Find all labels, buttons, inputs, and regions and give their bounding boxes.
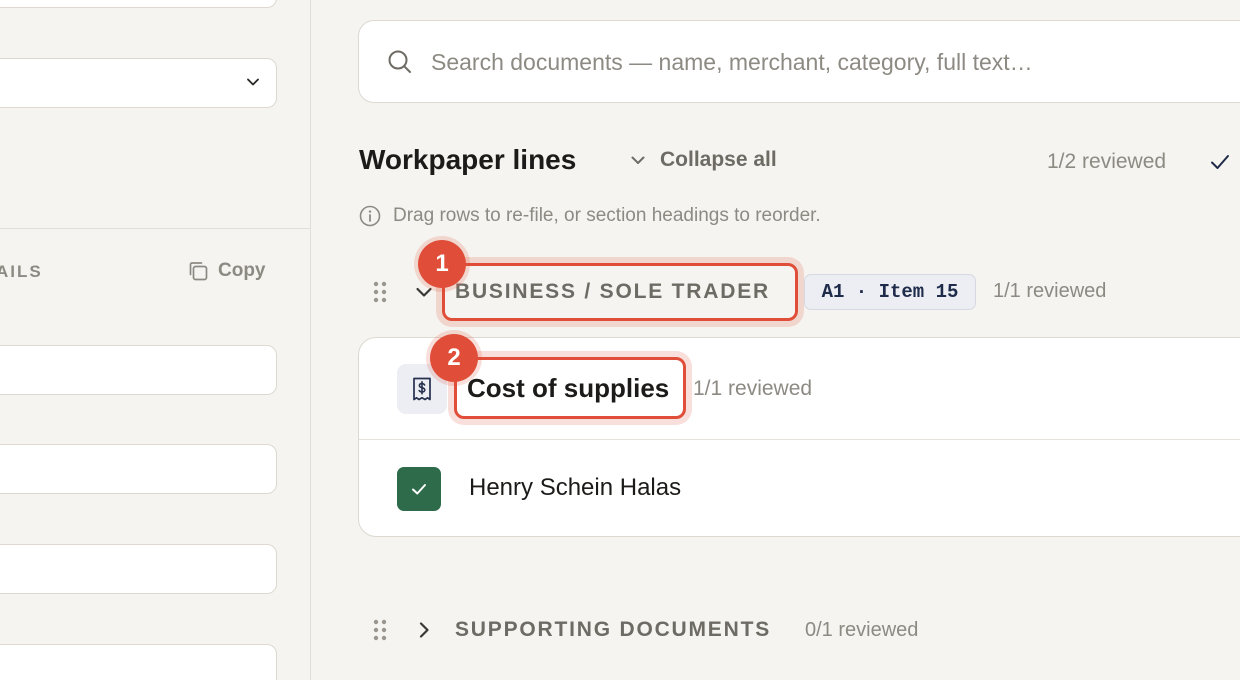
drag-hint-text: Drag rows to re-file, or section heading… [393,205,821,226]
annotation-marker-2: 2 [430,334,478,382]
annotation-marker-1: 1 [418,240,466,288]
details-section-label: AILS [0,262,43,281]
detail-field-2[interactable] [0,444,277,494]
page-title: Workpaper lines [359,144,577,175]
check-icon[interactable] [1208,150,1232,174]
search-icon [388,50,411,73]
collapse-all-button[interactable]: Collapse all [628,148,777,172]
category-card: Cost of supplies 1/1 reviewed Henry Sche… [358,337,1240,537]
check-icon [412,484,426,495]
chevron-down-icon [247,78,259,86]
left-panel: r AILS Copy [0,0,311,680]
copy-label: Copy [218,260,266,281]
copy-button[interactable]: Copy [186,259,266,283]
chevron-right-icon[interactable] [413,619,435,641]
document-search [358,20,1240,103]
info-icon [359,205,381,227]
drag-handle-icon[interactable] [371,617,389,643]
search-input[interactable] [431,43,1240,81]
drag-handle-icon[interactable] [371,279,389,305]
detail-field-3[interactable] [0,544,277,594]
detail-field-1[interactable] [0,345,277,395]
detail-field-4[interactable] [0,644,277,680]
ato-item-badge: A1 · Item 15 [804,274,976,310]
row-divider [359,439,1240,440]
group-title-supporting[interactable]: SUPPORTING DOCUMENTS [455,618,771,642]
group-reviewed-count: 0/1 reviewed [805,619,919,641]
chevron-down-icon [631,156,645,164]
group-reviewed-count: 1/1 reviewed [993,280,1107,302]
document-name[interactable]: Henry Schein Halas [469,474,681,502]
reviewed-count: 1/2 reviewed [1047,150,1167,173]
drag-hint: Drag rows to re-file, or section heading… [359,205,821,227]
copy-icon [189,262,208,281]
category-reviewed-count: 1/1 reviewed [693,377,813,400]
reviewed-checkbox[interactable] [397,467,441,511]
collapse-all-label: Collapse all [660,148,777,171]
type-select[interactable]: r [0,58,277,108]
left-divider [0,228,311,229]
group-title-business[interactable]: BUSINESS / SOLE TRADER [455,280,770,304]
left-top-input[interactable] [0,0,277,8]
category-title[interactable]: Cost of supplies [467,373,669,404]
